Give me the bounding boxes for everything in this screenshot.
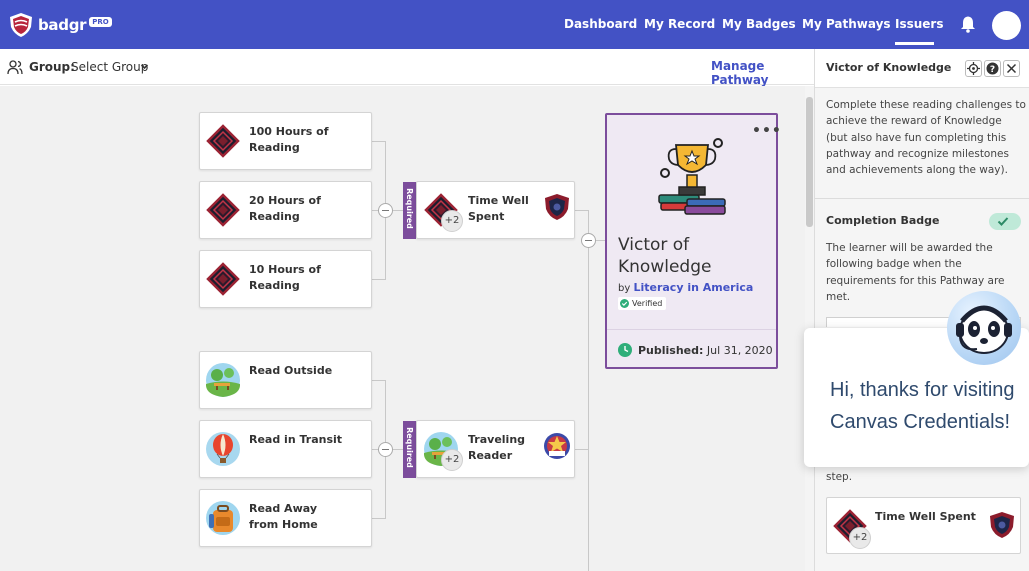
crest-icon (542, 192, 572, 222)
by-prefix: by (618, 283, 631, 294)
more-options-menu[interactable]: ••• (752, 123, 782, 139)
issuer-link[interactable]: Literacy in America (633, 281, 753, 294)
chevron-down-icon[interactable] (140, 62, 149, 71)
step-text: step. (826, 471, 853, 483)
connector-line (588, 210, 589, 571)
star-badge-icon (542, 431, 572, 461)
nav-my-badges[interactable]: My Badges (722, 17, 796, 31)
badge-card-100-hours[interactable]: 100 Hours of Reading (199, 112, 372, 170)
badge-card-read-in-transit[interactable]: Read in Transit (199, 420, 372, 478)
collapse-toggle[interactable] (378, 203, 393, 218)
nav-issuers[interactable]: Issuers (895, 17, 944, 31)
group-label: Group: (29, 60, 75, 74)
badge-title: Read Outside (249, 364, 333, 377)
panel-title: Victor of Knowledge (826, 61, 952, 74)
user-avatar[interactable] (992, 11, 1021, 40)
canvas-scrollbar-thumb[interactable] (806, 97, 813, 227)
top-navigation-bar: badgr PRO Dashboard My Record My Badges … (0, 0, 1029, 49)
pathway-toolbar: Group: Select Group Manage Pathway (0, 49, 814, 87)
connector-line (575, 210, 589, 211)
required-label: Required (405, 188, 414, 229)
badge-title: Read Away from Home (249, 502, 318, 531)
nav-dashboard[interactable]: Dashboard (564, 17, 637, 31)
divider (607, 329, 776, 330)
badge-title: 10 Hours of Reading (249, 263, 321, 292)
badge-card-time-well-spent[interactable]: +2 Time Well Spent (416, 181, 575, 239)
group-icon (7, 60, 23, 75)
badge-title: Time Well Spent (875, 510, 976, 523)
close-panel-button[interactable] (1003, 60, 1020, 77)
help-button[interactable]: ? (984, 60, 1001, 77)
badge-card-traveling-reader[interactable]: +2 Traveling Reader (416, 420, 575, 478)
badge-card-read-outside[interactable]: Read Outside (199, 351, 372, 409)
pathway-description: Complete these reading challenges to ach… (826, 99, 1026, 177)
published-label: Published: (638, 344, 704, 357)
badge-card-read-away[interactable]: Read Away from Home (199, 489, 372, 547)
park-icon (205, 362, 241, 398)
issuer-line: by Literacy in America (618, 281, 753, 294)
badge-card-10-hours[interactable]: 10 Hours of Reading (199, 250, 372, 308)
required-tab: Required (403, 421, 416, 478)
badge-title: 20 Hours of Reading (249, 194, 321, 223)
connector-line (575, 449, 589, 450)
more-badges-count: +2 (441, 449, 463, 471)
pathway-title: Victor of Knowledge (618, 235, 712, 277)
collapse-toggle[interactable] (378, 442, 393, 457)
chatbot-launcher[interactable] (947, 291, 1021, 365)
verified-badge: Verified (618, 297, 667, 310)
pro-badge: PRO (89, 17, 112, 27)
badge-title: 100 Hours of Reading (249, 125, 329, 154)
bell-icon[interactable] (960, 15, 976, 33)
shield-badge-icon (205, 123, 241, 159)
pathway-goal-card[interactable]: ••• Victor of Knowledge by Literacy in A… (605, 113, 781, 369)
verified-label: Verified (632, 299, 663, 308)
connector-line (372, 518, 386, 519)
backpack-icon (205, 500, 241, 536)
panda-headset-icon (956, 305, 1012, 354)
collapse-toggle[interactable] (581, 233, 596, 248)
completion-badge-title: Completion Badge (826, 214, 940, 227)
crosshair-icon (967, 62, 980, 75)
svg-text:?: ? (990, 65, 995, 75)
logo-text: badgr (38, 16, 87, 34)
help-icon: ? (986, 62, 999, 75)
group-select[interactable]: Select Group (71, 60, 148, 74)
nav-my-pathways[interactable]: My Pathways (802, 17, 891, 31)
chat-message: Hi, thanks for visiting Canvas Credentia… (830, 379, 1015, 433)
nav-my-record[interactable]: My Record (644, 17, 715, 31)
badge-title: Read in Transit (249, 433, 343, 446)
shield-badge-icon (205, 261, 241, 297)
completion-badge-card[interactable]: +2 Time Well Spent (826, 497, 1021, 554)
badge-card-20-hours[interactable]: 20 Hours of Reading (199, 181, 372, 239)
badgr-logo[interactable]: badgr PRO (8, 11, 112, 39)
published-date: Jul 31, 2020 (706, 344, 773, 357)
crest-icon (987, 510, 1017, 540)
required-tab: Required (403, 182, 416, 239)
completion-badge-toggle[interactable] (989, 213, 1021, 230)
verified-check-icon (620, 299, 629, 308)
more-badges-count: +2 (441, 210, 463, 232)
check-icon (997, 217, 1009, 226)
badge-title: Time Well Spent (468, 194, 529, 223)
hot-air-balloon-icon (205, 431, 241, 467)
more-badges-count: +2 (849, 527, 871, 549)
connector-line (372, 141, 386, 142)
manage-pathway-link[interactable]: Manage Pathway (711, 59, 814, 87)
badgr-logo-icon (10, 13, 32, 37)
shield-badge-icon (205, 192, 241, 228)
connector-line (372, 279, 386, 280)
published-info: Published: Jul 31, 2020 (638, 344, 773, 357)
nav-active-indicator (895, 42, 934, 45)
panel-header: Victor of Knowledge ? (815, 49, 1029, 88)
divider (815, 198, 1029, 199)
clock-icon (618, 343, 632, 357)
locate-button[interactable] (965, 60, 982, 77)
badge-title: Traveling Reader (468, 433, 526, 462)
connector-line (372, 380, 386, 381)
close-icon (1006, 63, 1017, 74)
required-label: Required (405, 427, 414, 468)
trophy-books-icon (658, 138, 726, 215)
